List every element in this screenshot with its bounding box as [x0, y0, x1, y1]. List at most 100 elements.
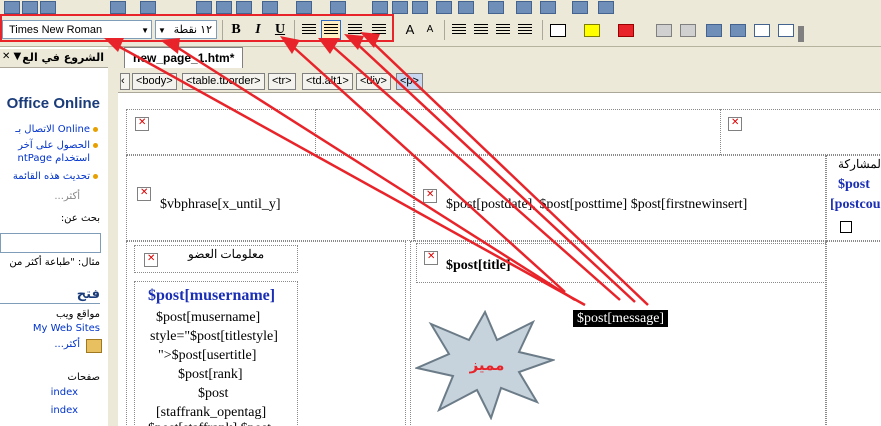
recent-page-0[interactable]: index	[51, 387, 78, 398]
folder-icon	[86, 339, 102, 353]
toolbar-separator	[542, 20, 543, 40]
numbering-icon[interactable]	[452, 24, 466, 36]
chevron-left-icon[interactable]: ‹	[120, 73, 130, 90]
bullet-icon	[93, 127, 98, 132]
stop-icon[interactable]	[540, 1, 556, 14]
broken-image-icon	[424, 251, 438, 265]
quick-tag-selector: ‹ <body> <table.tborder> <tr> <td.alt1> …	[118, 70, 881, 93]
office-online-heading: Office Online	[6, 95, 100, 112]
pages-label: صفحات	[67, 372, 100, 383]
badge-text: مميز	[469, 356, 505, 374]
crumb-p[interactable]: <p>	[396, 73, 423, 90]
starburst-badge: مميز	[415, 310, 555, 420]
format-painter-icon[interactable]	[262, 1, 278, 14]
user-line-2: ">$post[usertitle]	[158, 348, 257, 363]
standard-toolbar	[0, 0, 881, 14]
broken-image-icon	[137, 187, 151, 201]
insert-web-component-icon[interactable]	[372, 1, 388, 14]
copy-icon[interactable]	[216, 1, 232, 14]
undo-icon[interactable]	[296, 1, 312, 14]
grow-font-button[interactable]: A	[400, 20, 420, 40]
post-title-text: $post[title]	[446, 258, 511, 273]
websites-more-link[interactable]: أكثر...	[54, 339, 80, 350]
page-icon[interactable]	[754, 24, 770, 37]
crumb-body[interactable]: <body>	[132, 73, 177, 90]
shrink-font-button[interactable]: A	[420, 20, 440, 40]
toolbar-separator	[444, 20, 445, 40]
task-pane-title: الشروع في الع	[22, 51, 104, 64]
spelling-icon[interactable]	[110, 1, 126, 14]
pane-link-0[interactable]: Online الاتصال بـ	[15, 124, 90, 135]
tab-new-page[interactable]: new_page_1.htm*	[124, 47, 244, 68]
table-cell[interactable]	[720, 109, 881, 155]
refresh-icon[interactable]	[516, 1, 532, 14]
preview-icon[interactable]	[40, 1, 56, 14]
splitter[interactable]	[108, 47, 118, 426]
broken-image-icon	[728, 117, 742, 131]
broken-image-icon	[423, 189, 437, 203]
postcount-label: [postcou	[830, 197, 881, 212]
user-line-3: $post[rank]	[178, 367, 243, 382]
broken-image-icon	[135, 117, 149, 131]
crumb-td[interactable]: <td.alt1>	[302, 73, 353, 90]
increase-indent-icon[interactable]	[518, 24, 532, 36]
task-pane-header: الشروع في الع ▼ ✕	[0, 49, 108, 68]
user-line-4: $post	[198, 386, 229, 401]
bullet-icon	[93, 143, 98, 148]
postdate-text: $post[postdate], $post[posttime] $post[f…	[446, 197, 748, 212]
insert-table-icon[interactable]	[392, 1, 408, 14]
help-icon[interactable]	[598, 1, 614, 14]
rtl-icon[interactable]	[680, 24, 696, 37]
table-cell[interactable]	[826, 241, 881, 426]
task-pane: الشروع في الع ▼ ✕ Office Online Online ا…	[0, 47, 109, 426]
font-color-icon[interactable]	[618, 24, 634, 37]
open-heading: فتح	[76, 287, 100, 302]
table-cell[interactable]	[126, 109, 316, 155]
highlight-icon[interactable]	[584, 24, 600, 37]
back-icon[interactable]	[730, 24, 746, 37]
checkbox[interactable]	[840, 221, 852, 233]
search-input[interactable]	[0, 233, 101, 253]
bullets-icon[interactable]	[474, 24, 488, 36]
decrease-indent-icon[interactable]	[496, 24, 510, 36]
paste-icon[interactable]	[236, 1, 252, 14]
forward-icon[interactable]	[706, 24, 722, 37]
show-all-icon[interactable]	[572, 1, 588, 14]
participation-label: المشاركة	[838, 157, 881, 171]
redo-icon[interactable]	[330, 1, 346, 14]
pane-more[interactable]: أكثر...	[54, 191, 80, 202]
post-label: $post	[838, 177, 870, 192]
highlight-frame	[0, 14, 394, 42]
search-example: مثال: "طباعة أكثر من	[9, 257, 100, 268]
drawing-icon[interactable]	[458, 1, 474, 14]
print-icon[interactable]	[22, 1, 38, 14]
recent-page-1[interactable]: index	[51, 405, 78, 416]
crumb-div[interactable]: <div>	[356, 73, 391, 90]
my-web-sites-link[interactable]: My Web Sites	[33, 323, 100, 334]
user-line-1: style="$post[titlestyle]	[150, 329, 278, 344]
ltr-icon[interactable]	[656, 24, 672, 37]
websites-label: مواقع ويب	[55, 309, 100, 320]
close-icon[interactable]: ▼ ✕	[2, 51, 21, 62]
crumb-table[interactable]: <table.tborder>	[182, 73, 265, 90]
research-icon[interactable]	[140, 1, 156, 14]
page-icon-2[interactable]	[778, 24, 794, 37]
insert-picture-icon[interactable]	[436, 1, 452, 14]
pane-link-1[interactable]: الحصول على آخر	[18, 140, 90, 151]
search-label: بحث عن:	[60, 213, 100, 224]
table-cell[interactable]	[316, 109, 720, 155]
pane-link-2[interactable]: استخدام ntPage	[18, 153, 91, 164]
cut-icon[interactable]	[196, 1, 212, 14]
toolbar-overflow-icon[interactable]	[798, 26, 804, 42]
pane-link-3[interactable]: تحديث هذه القائمة	[13, 171, 90, 182]
broken-image-icon	[144, 253, 158, 267]
save-icon[interactable]	[4, 1, 20, 14]
borders-icon[interactable]	[550, 24, 566, 37]
user-line-5: [staffrank_opentag]	[156, 405, 267, 420]
crumb-tr[interactable]: <tr>	[268, 73, 296, 90]
vbphrase-text: $vbphrase[x_until_y]	[160, 197, 281, 212]
hyperlink-icon[interactable]	[488, 1, 504, 14]
bullet-icon	[93, 174, 98, 179]
musername-heading: $post[musername]	[148, 287, 276, 304]
insert-layer-icon[interactable]	[412, 1, 428, 14]
